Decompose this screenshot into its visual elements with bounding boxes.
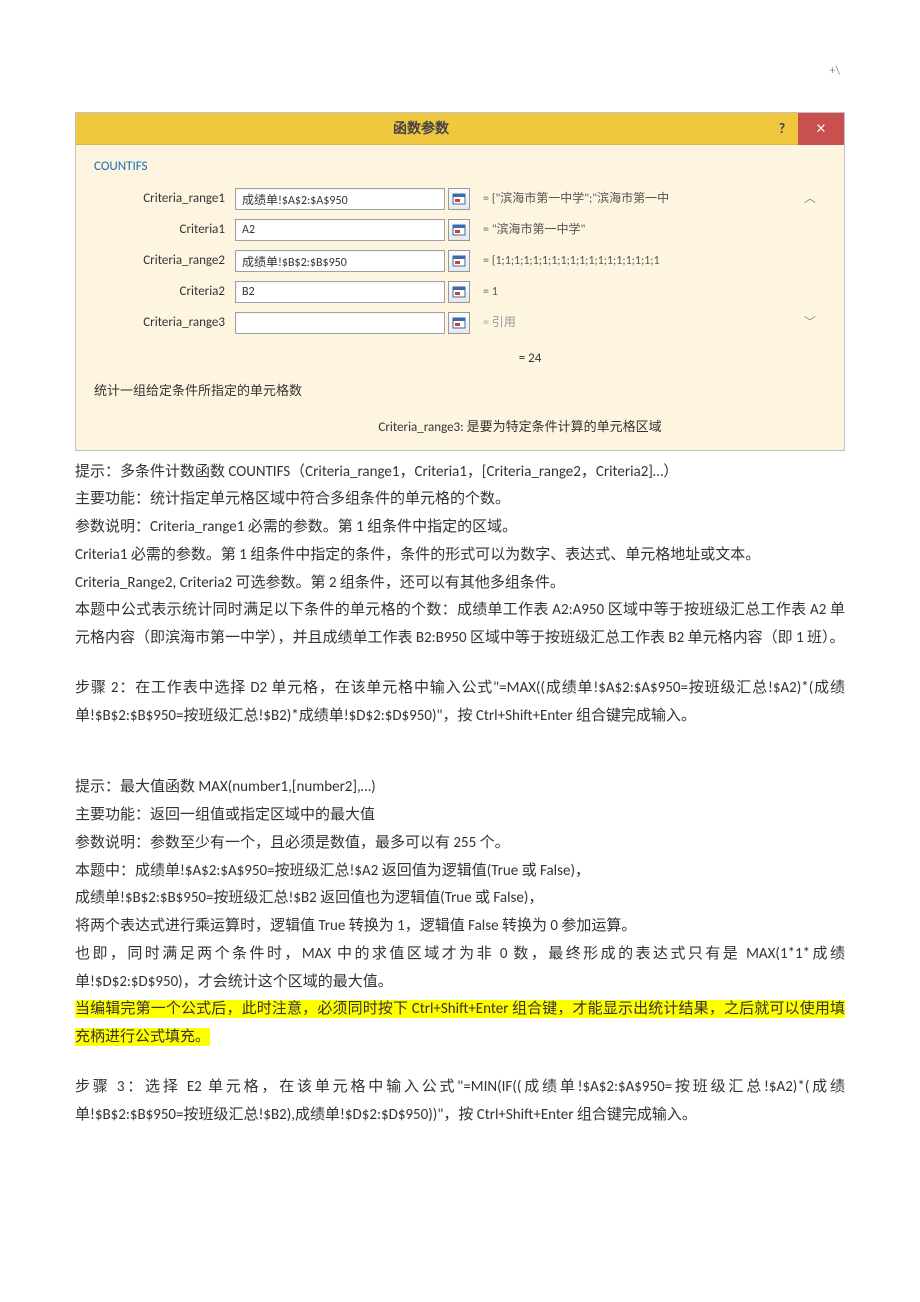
- range-selector-button[interactable]: [448, 219, 470, 241]
- collapse-dialog-icon: [452, 192, 466, 206]
- function-arguments-dialog: 函数参数 ? × COUNTIFS Criteria_range1 = {"滨海…: [75, 112, 845, 450]
- highlighted-text: 当编辑完第一个公式后，此时注意，必须同时按下 Ctrl+Shift+Enter …: [75, 1000, 845, 1046]
- doc-step-3: 步骤 3：选择 E2 单元格，在该单元格中输入公式"=MIN(IF((成绩单!$…: [75, 1074, 845, 1130]
- doc-text: 提示：最大值函数 MAX(number1,[number2],…): [75, 774, 845, 802]
- param-input-criteria2[interactable]: [235, 281, 445, 303]
- param-eval-criteria2: = 1: [471, 281, 800, 303]
- doc-text: Criteria_Range2, Criteria2 可选参数。第 2 组条件，…: [75, 570, 845, 598]
- param-grid: Criteria_range1 = {"滨海市第一中学";"滨海市第一中 ︿ C…: [90, 187, 830, 335]
- function-name: COUNTIFS: [90, 155, 830, 179]
- doc-text: Criteria1 必需的参数。第 1 组条件中指定的条件，条件的形式可以为数字…: [75, 542, 845, 570]
- doc-text: 参数说明：Criteria_range1 必需的参数。第 1 组条件中指定的区域…: [75, 514, 845, 542]
- doc-text: 将两个表达式进行乘运算时，逻辑值 True 转换为 1，逻辑值 False 转换…: [75, 913, 845, 941]
- param-input-criteria1[interactable]: [235, 219, 445, 241]
- param-label-criteria-range1: Criteria_range1: [90, 187, 235, 211]
- param-label-criteria2: Criteria2: [90, 280, 235, 304]
- param-input-criteria-range1[interactable]: [235, 188, 445, 210]
- param-label-criteria-range3: Criteria_range3: [90, 311, 235, 335]
- param-input-criteria-range2[interactable]: [235, 250, 445, 272]
- doc-highlighted: 当编辑完第一个公式后，此时注意，必须同时按下 Ctrl+Shift+Enter …: [75, 996, 845, 1052]
- doc-text: 也即，同时满足两个条件时，MAX 中的求值区域才为非 0 数，最终形成的表达式只…: [75, 941, 845, 997]
- range-selector-button[interactable]: [448, 312, 470, 334]
- collapse-dialog-icon: [452, 316, 466, 330]
- scroll-down-icon[interactable]: ﹀: [800, 312, 820, 334]
- doc-text: 本题中公式表示统计同时满足以下条件的单元格的个数：成绩单工作表 A2:A950 …: [75, 597, 845, 653]
- param-label-criteria1: Criteria1: [90, 218, 235, 242]
- collapse-dialog-icon: [452, 254, 466, 268]
- function-result: = 24: [90, 335, 830, 375]
- current-param-description: Criteria_range3: 是要为特定条件计算的单元格区域: [90, 406, 830, 442]
- function-description: 统计一组给定条件所指定的单元格数: [90, 376, 830, 406]
- param-eval-criteria-range2: = {1;1;1;1;1;1;1;1;1;1;1;1;1;1;1;1;1;1: [471, 250, 800, 272]
- param-input-criteria-range3[interactable]: [235, 312, 445, 334]
- range-selector-button[interactable]: [448, 281, 470, 303]
- scroll-up-icon[interactable]: ︿: [800, 188, 820, 210]
- doc-text: 参数说明：参数至少有一个，且必须是数值，最多可以有 255 个。: [75, 830, 845, 858]
- dialog-body: COUNTIFS Criteria_range1 = {"滨海市第一中学";"滨…: [76, 145, 844, 449]
- doc-text: 成绩单!$B$2:$B$950=按班级汇总!$B2 返回值也为逻辑值(True …: [75, 885, 845, 913]
- collapse-dialog-icon: [452, 223, 466, 237]
- doc-text: 本题中：成绩单!$A$2:$A$950=按班级汇总!$A2 返回值为逻辑值(Tr…: [75, 858, 845, 886]
- range-selector-button[interactable]: [448, 250, 470, 272]
- doc-text: 主要功能：返回一组值或指定区域中的最大值: [75, 802, 845, 830]
- param-eval-criteria1: = "滨海市第一中学": [471, 219, 800, 241]
- doc-step-2: 步骤 2：在工作表中选择 D2 单元格，在该单元格中输入公式"=MAX((成绩单…: [75, 675, 845, 731]
- document-body: 提示：多条件计数函数 COUNTIFS（Criteria_range1，Crit…: [75, 459, 845, 1130]
- dialog-title-bar[interactable]: 函数参数 ? ×: [76, 113, 844, 145]
- help-button[interactable]: ?: [766, 116, 798, 142]
- range-selector-button[interactable]: [448, 188, 470, 210]
- close-button[interactable]: ×: [798, 113, 844, 145]
- param-label-criteria-range2: Criteria_range2: [90, 249, 235, 273]
- page-marker: +\: [75, 60, 845, 82]
- doc-text: 提示：多条件计数函数 COUNTIFS（Criteria_range1，Crit…: [75, 459, 845, 487]
- param-eval-criteria-range1: = {"滨海市第一中学";"滨海市第一中: [471, 188, 800, 210]
- param-eval-criteria-range3: = 引用: [471, 312, 800, 334]
- doc-text: 主要功能：统计指定单元格区域中符合多组条件的单元格的个数。: [75, 486, 845, 514]
- dialog-title-text: 函数参数: [76, 116, 766, 142]
- collapse-dialog-icon: [452, 285, 466, 299]
